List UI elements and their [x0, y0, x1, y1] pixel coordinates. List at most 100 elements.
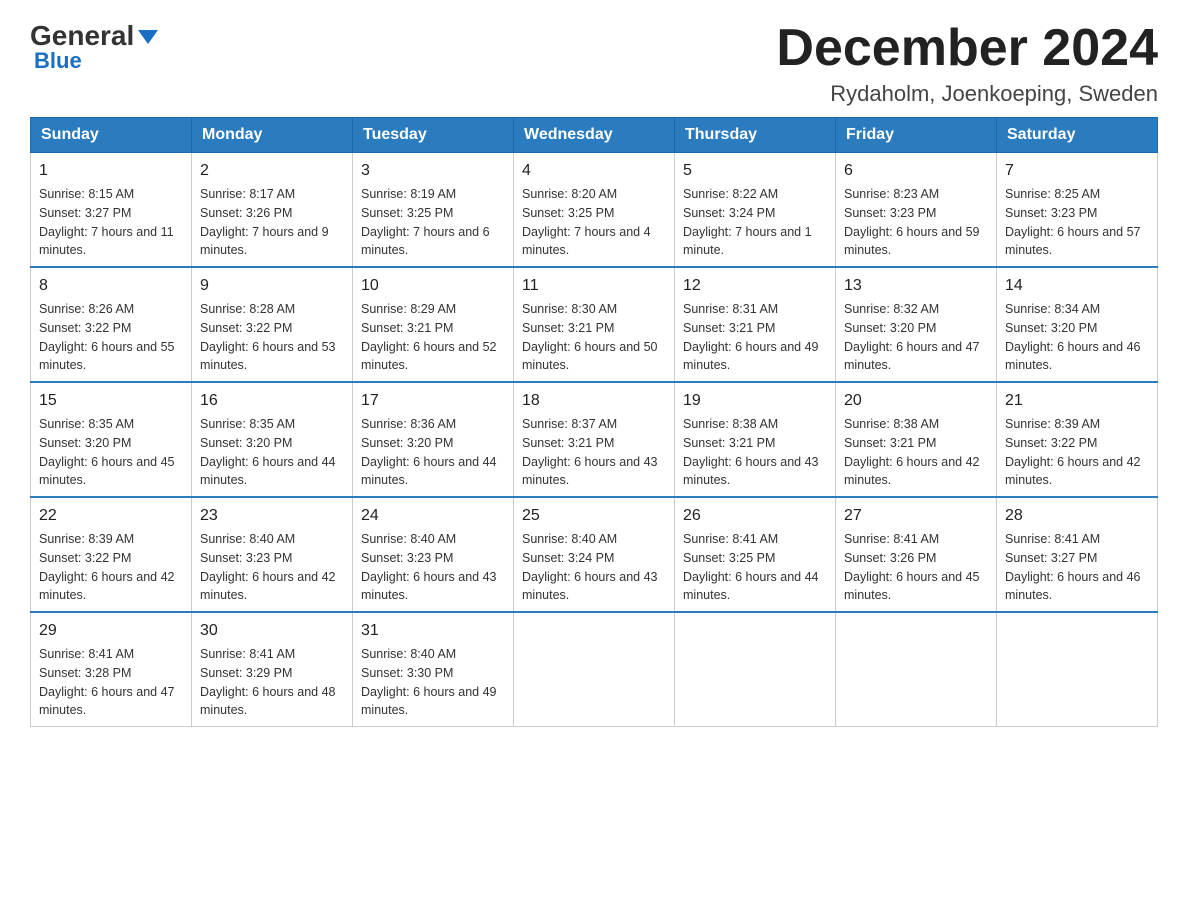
day-info: Sunrise: 8:32 AMSunset: 3:20 PMDaylight:…	[844, 300, 988, 375]
day-number: 22	[39, 504, 183, 528]
calendar-cell: 3Sunrise: 8:19 AMSunset: 3:25 PMDaylight…	[353, 153, 514, 268]
calendar-header-thursday: Thursday	[675, 118, 836, 153]
day-info: Sunrise: 8:15 AMSunset: 3:27 PMDaylight:…	[39, 185, 183, 260]
day-info: Sunrise: 8:41 AMSunset: 3:26 PMDaylight:…	[844, 530, 988, 605]
day-number: 16	[200, 389, 344, 413]
calendar-header-saturday: Saturday	[997, 118, 1158, 153]
day-number: 19	[683, 389, 827, 413]
calendar-cell: 27Sunrise: 8:41 AMSunset: 3:26 PMDayligh…	[836, 497, 997, 612]
day-info: Sunrise: 8:19 AMSunset: 3:25 PMDaylight:…	[361, 185, 505, 260]
day-info: Sunrise: 8:22 AMSunset: 3:24 PMDaylight:…	[683, 185, 827, 260]
day-number: 9	[200, 274, 344, 298]
calendar-cell: 22Sunrise: 8:39 AMSunset: 3:22 PMDayligh…	[31, 497, 192, 612]
day-number: 1	[39, 159, 183, 183]
calendar-cell: 12Sunrise: 8:31 AMSunset: 3:21 PMDayligh…	[675, 267, 836, 382]
day-number: 26	[683, 504, 827, 528]
day-info: Sunrise: 8:35 AMSunset: 3:20 PMDaylight:…	[200, 415, 344, 490]
calendar-cell: 18Sunrise: 8:37 AMSunset: 3:21 PMDayligh…	[514, 382, 675, 497]
calendar-cell: 23Sunrise: 8:40 AMSunset: 3:23 PMDayligh…	[192, 497, 353, 612]
calendar-cell: 15Sunrise: 8:35 AMSunset: 3:20 PMDayligh…	[31, 382, 192, 497]
calendar-cell: 5Sunrise: 8:22 AMSunset: 3:24 PMDaylight…	[675, 153, 836, 268]
day-number: 11	[522, 274, 666, 298]
calendar-cell: 20Sunrise: 8:38 AMSunset: 3:21 PMDayligh…	[836, 382, 997, 497]
calendar-cell	[675, 612, 836, 727]
calendar-cell: 19Sunrise: 8:38 AMSunset: 3:21 PMDayligh…	[675, 382, 836, 497]
day-number: 24	[361, 504, 505, 528]
calendar-week-row: 1Sunrise: 8:15 AMSunset: 3:27 PMDaylight…	[31, 153, 1158, 268]
calendar-table: SundayMondayTuesdayWednesdayThursdayFrid…	[30, 117, 1158, 727]
day-info: Sunrise: 8:34 AMSunset: 3:20 PMDaylight:…	[1005, 300, 1149, 375]
calendar-cell: 10Sunrise: 8:29 AMSunset: 3:21 PMDayligh…	[353, 267, 514, 382]
day-info: Sunrise: 8:36 AMSunset: 3:20 PMDaylight:…	[361, 415, 505, 490]
main-title: December 2024	[776, 20, 1158, 77]
calendar-cell: 6Sunrise: 8:23 AMSunset: 3:23 PMDaylight…	[836, 153, 997, 268]
calendar-cell: 17Sunrise: 8:36 AMSunset: 3:20 PMDayligh…	[353, 382, 514, 497]
day-info: Sunrise: 8:35 AMSunset: 3:20 PMDaylight:…	[39, 415, 183, 490]
day-info: Sunrise: 8:25 AMSunset: 3:23 PMDaylight:…	[1005, 185, 1149, 260]
day-number: 8	[39, 274, 183, 298]
day-info: Sunrise: 8:28 AMSunset: 3:22 PMDaylight:…	[200, 300, 344, 375]
title-block: December 2024 Rydaholm, Joenkoeping, Swe…	[776, 20, 1158, 107]
day-number: 10	[361, 274, 505, 298]
calendar-cell	[836, 612, 997, 727]
calendar-cell	[514, 612, 675, 727]
calendar-cell: 13Sunrise: 8:32 AMSunset: 3:20 PMDayligh…	[836, 267, 997, 382]
day-number: 6	[844, 159, 988, 183]
calendar-cell: 14Sunrise: 8:34 AMSunset: 3:20 PMDayligh…	[997, 267, 1158, 382]
day-number: 13	[844, 274, 988, 298]
day-info: Sunrise: 8:41 AMSunset: 3:25 PMDaylight:…	[683, 530, 827, 605]
day-info: Sunrise: 8:23 AMSunset: 3:23 PMDaylight:…	[844, 185, 988, 260]
calendar-header-tuesday: Tuesday	[353, 118, 514, 153]
day-info: Sunrise: 8:41 AMSunset: 3:27 PMDaylight:…	[1005, 530, 1149, 605]
day-info: Sunrise: 8:41 AMSunset: 3:28 PMDaylight:…	[39, 645, 183, 720]
day-info: Sunrise: 8:38 AMSunset: 3:21 PMDaylight:…	[683, 415, 827, 490]
logo-blue-text: Blue	[34, 48, 82, 74]
day-number: 25	[522, 504, 666, 528]
calendar-cell: 8Sunrise: 8:26 AMSunset: 3:22 PMDaylight…	[31, 267, 192, 382]
day-number: 29	[39, 619, 183, 643]
calendar-header-monday: Monday	[192, 118, 353, 153]
day-info: Sunrise: 8:38 AMSunset: 3:21 PMDaylight:…	[844, 415, 988, 490]
calendar-cell: 25Sunrise: 8:40 AMSunset: 3:24 PMDayligh…	[514, 497, 675, 612]
calendar-cell: 9Sunrise: 8:28 AMSunset: 3:22 PMDaylight…	[192, 267, 353, 382]
calendar-cell: 29Sunrise: 8:41 AMSunset: 3:28 PMDayligh…	[31, 612, 192, 727]
day-number: 23	[200, 504, 344, 528]
day-number: 21	[1005, 389, 1149, 413]
day-info: Sunrise: 8:39 AMSunset: 3:22 PMDaylight:…	[1005, 415, 1149, 490]
day-number: 3	[361, 159, 505, 183]
day-number: 18	[522, 389, 666, 413]
day-number: 4	[522, 159, 666, 183]
day-info: Sunrise: 8:40 AMSunset: 3:30 PMDaylight:…	[361, 645, 505, 720]
day-number: 30	[200, 619, 344, 643]
day-info: Sunrise: 8:39 AMSunset: 3:22 PMDaylight:…	[39, 530, 183, 605]
calendar-cell: 31Sunrise: 8:40 AMSunset: 3:30 PMDayligh…	[353, 612, 514, 727]
logo: General Blue	[30, 20, 158, 74]
day-number: 31	[361, 619, 505, 643]
day-info: Sunrise: 8:40 AMSunset: 3:24 PMDaylight:…	[522, 530, 666, 605]
day-number: 27	[844, 504, 988, 528]
day-number: 5	[683, 159, 827, 183]
calendar-header-sunday: Sunday	[31, 118, 192, 153]
calendar-cell: 1Sunrise: 8:15 AMSunset: 3:27 PMDaylight…	[31, 153, 192, 268]
calendar-cell	[997, 612, 1158, 727]
calendar-cell: 11Sunrise: 8:30 AMSunset: 3:21 PMDayligh…	[514, 267, 675, 382]
calendar-week-row: 15Sunrise: 8:35 AMSunset: 3:20 PMDayligh…	[31, 382, 1158, 497]
calendar-cell: 21Sunrise: 8:39 AMSunset: 3:22 PMDayligh…	[997, 382, 1158, 497]
day-info: Sunrise: 8:37 AMSunset: 3:21 PMDaylight:…	[522, 415, 666, 490]
day-number: 2	[200, 159, 344, 183]
day-info: Sunrise: 8:29 AMSunset: 3:21 PMDaylight:…	[361, 300, 505, 375]
day-info: Sunrise: 8:40 AMSunset: 3:23 PMDaylight:…	[200, 530, 344, 605]
page-header: General Blue December 2024 Rydaholm, Joe…	[30, 20, 1158, 107]
day-info: Sunrise: 8:31 AMSunset: 3:21 PMDaylight:…	[683, 300, 827, 375]
day-number: 20	[844, 389, 988, 413]
day-number: 28	[1005, 504, 1149, 528]
calendar-week-row: 8Sunrise: 8:26 AMSunset: 3:22 PMDaylight…	[31, 267, 1158, 382]
day-number: 17	[361, 389, 505, 413]
calendar-week-row: 22Sunrise: 8:39 AMSunset: 3:22 PMDayligh…	[31, 497, 1158, 612]
day-info: Sunrise: 8:17 AMSunset: 3:26 PMDaylight:…	[200, 185, 344, 260]
day-number: 12	[683, 274, 827, 298]
day-info: Sunrise: 8:40 AMSunset: 3:23 PMDaylight:…	[361, 530, 505, 605]
calendar-cell: 7Sunrise: 8:25 AMSunset: 3:23 PMDaylight…	[997, 153, 1158, 268]
calendar-cell: 2Sunrise: 8:17 AMSunset: 3:26 PMDaylight…	[192, 153, 353, 268]
calendar-cell: 4Sunrise: 8:20 AMSunset: 3:25 PMDaylight…	[514, 153, 675, 268]
